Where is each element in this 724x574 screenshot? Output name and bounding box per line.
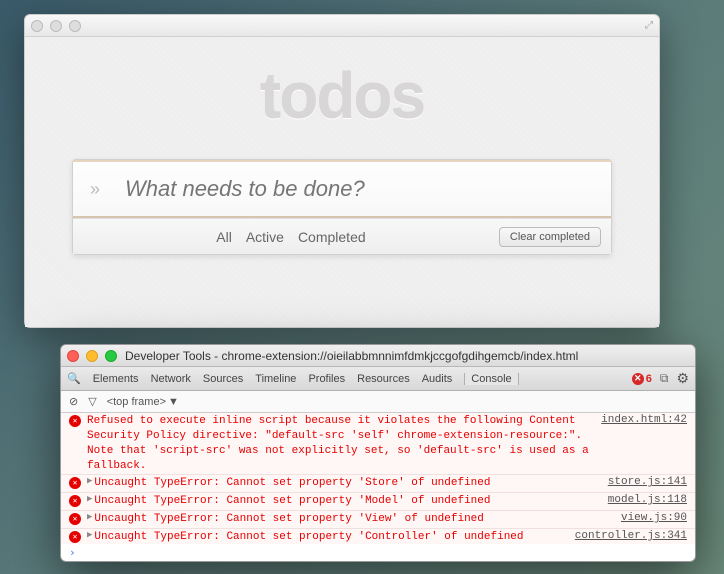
minimize-icon[interactable]	[86, 350, 98, 362]
tabs-right: ✕ 6 ⧉ ⚙	[632, 370, 689, 387]
expand-arrow-icon[interactable]: ▶	[87, 476, 92, 486]
error-icon: ✕	[69, 495, 81, 507]
error-dot-icon: ✕	[632, 373, 644, 385]
console-input[interactable]	[82, 546, 687, 559]
error-message: Uncaught TypeError: Cannot set property …	[94, 530, 564, 544]
error-message: Uncaught TypeError: Cannot set property …	[94, 476, 597, 491]
console-prompt: ›	[61, 544, 695, 561]
filter-active[interactable]: Active	[246, 229, 284, 245]
tab-sources[interactable]: Sources	[203, 373, 243, 385]
todo-footer: All Active Completed Clear completed	[73, 218, 611, 254]
error-source-link[interactable]: index.html:42	[601, 414, 687, 426]
error-message: Uncaught TypeError: Cannot set property …	[94, 512, 611, 527]
filter-group: All Active Completed	[216, 229, 365, 245]
toggle-all-icon[interactable]: »	[73, 179, 117, 200]
devtools-titlebar[interactable]: Developer Tools - chrome-extension://oie…	[61, 345, 695, 367]
error-source-link[interactable]: model.js:118	[608, 494, 687, 506]
devtools-tabs: 🔍 Elements Network Sources Timeline Prof…	[61, 367, 695, 391]
expand-arrow-icon[interactable]: ▶	[87, 494, 92, 504]
devtools-window: Developer Tools - chrome-extension://oie…	[60, 344, 696, 562]
clear-completed-button[interactable]: Clear completed	[499, 227, 601, 247]
zoom-icon[interactable]	[105, 350, 117, 362]
error-source-link[interactable]: controller.js:341	[575, 530, 687, 542]
error-icon: ✕	[69, 415, 81, 427]
error-icon: ✕	[69, 477, 81, 489]
frame-label: <top frame>	[107, 396, 166, 408]
tab-network[interactable]: Network	[151, 373, 191, 385]
error-message: Uncaught TypeError: Cannot set property …	[94, 494, 597, 509]
zoom-icon[interactable]	[69, 20, 81, 32]
filter-all[interactable]: All	[216, 229, 232, 245]
console-error-row[interactable]: ✕ ▶Uncaught TypeError: Cannot set propert…	[61, 475, 695, 493]
error-icon: ✕	[69, 531, 81, 543]
error-icon: ✕	[69, 513, 81, 525]
minimize-icon[interactable]	[50, 20, 62, 32]
expand-arrow-icon[interactable]: ▶	[87, 512, 92, 522]
console-body: ✕ Refused to execute inline script becaus…	[61, 413, 695, 544]
app-window: ⤢ todos » All Active Completed Clear com…	[24, 14, 660, 328]
tab-elements[interactable]: Elements	[93, 373, 139, 385]
console-error-row[interactable]: ✕ Refused to execute inline script becaus…	[61, 413, 695, 475]
error-message: Refused to execute inline script because…	[87, 414, 591, 473]
search-icon[interactable]: 🔍	[67, 372, 81, 385]
app-title: todos	[260, 59, 424, 133]
gear-icon[interactable]: ⚙	[676, 370, 689, 387]
prompt-chevron-icon: ›	[69, 546, 76, 559]
error-source-link[interactable]: view.js:90	[621, 512, 687, 524]
tab-audits[interactable]: Audits	[422, 373, 453, 385]
close-icon[interactable]	[31, 20, 43, 32]
fullscreen-icon[interactable]: ⤢	[645, 20, 653, 31]
drawer-toggle-icon[interactable]: ⧉	[660, 371, 669, 386]
expand-arrow-icon[interactable]: ▶	[87, 530, 92, 540]
todo-container: » All Active Completed Clear completed	[72, 159, 612, 255]
todo-input-row: »	[73, 160, 611, 218]
devtools-title: Developer Tools - chrome-extension://oie…	[125, 349, 578, 363]
tab-resources[interactable]: Resources	[357, 373, 410, 385]
error-count-badge[interactable]: ✕ 6	[632, 373, 652, 385]
console-error-row[interactable]: ✕ ▶Uncaught TypeError: Cannot set propert…	[61, 529, 695, 544]
tab-console[interactable]: Console	[464, 373, 518, 385]
tab-profiles[interactable]: Profiles	[308, 373, 345, 385]
chevron-down-icon: ▼	[168, 396, 179, 408]
frame-selector[interactable]: <top frame> ▼	[107, 396, 179, 408]
filter-completed[interactable]: Completed	[298, 229, 366, 245]
filter-icon[interactable]: ▽	[88, 395, 96, 408]
close-icon[interactable]	[67, 350, 79, 362]
console-error-row[interactable]: ✕ ▶Uncaught TypeError: Cannot set propert…	[61, 511, 695, 529]
error-source-link[interactable]: store.js:141	[608, 476, 687, 488]
traffic-lights	[31, 20, 81, 32]
console-error-row[interactable]: ✕ ▶Uncaught TypeError: Cannot set propert…	[61, 493, 695, 511]
error-count-value: 6	[646, 373, 652, 385]
tab-timeline[interactable]: Timeline	[255, 373, 296, 385]
clear-console-icon[interactable]: ⊘	[69, 395, 78, 408]
app-titlebar[interactable]: ⤢	[25, 15, 659, 37]
console-toolbar: ⊘ ▽ <top frame> ▼	[61, 391, 695, 413]
traffic-lights	[67, 350, 117, 362]
new-todo-input[interactable]	[117, 164, 611, 214]
app-body: todos » All Active Completed Clear compl…	[25, 37, 659, 327]
